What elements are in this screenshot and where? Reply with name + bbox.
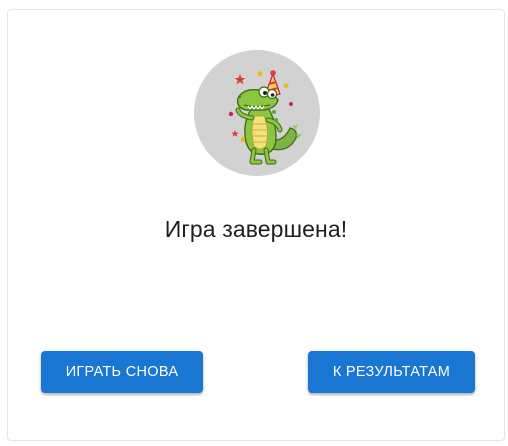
play-again-button[interactable]: ИГРАТЬ СНОВА xyxy=(41,351,203,393)
to-results-button[interactable]: К РЕЗУЛЬТАТАМ xyxy=(308,351,475,393)
game-over-card: Игра завершена! ИГРАТЬ СНОВА К РЕЗУЛЬТАТ… xyxy=(7,9,505,441)
game-over-title: Игра завершена! xyxy=(164,216,348,242)
celebrating-crocodile-icon xyxy=(228,70,302,165)
avatar xyxy=(194,50,320,176)
